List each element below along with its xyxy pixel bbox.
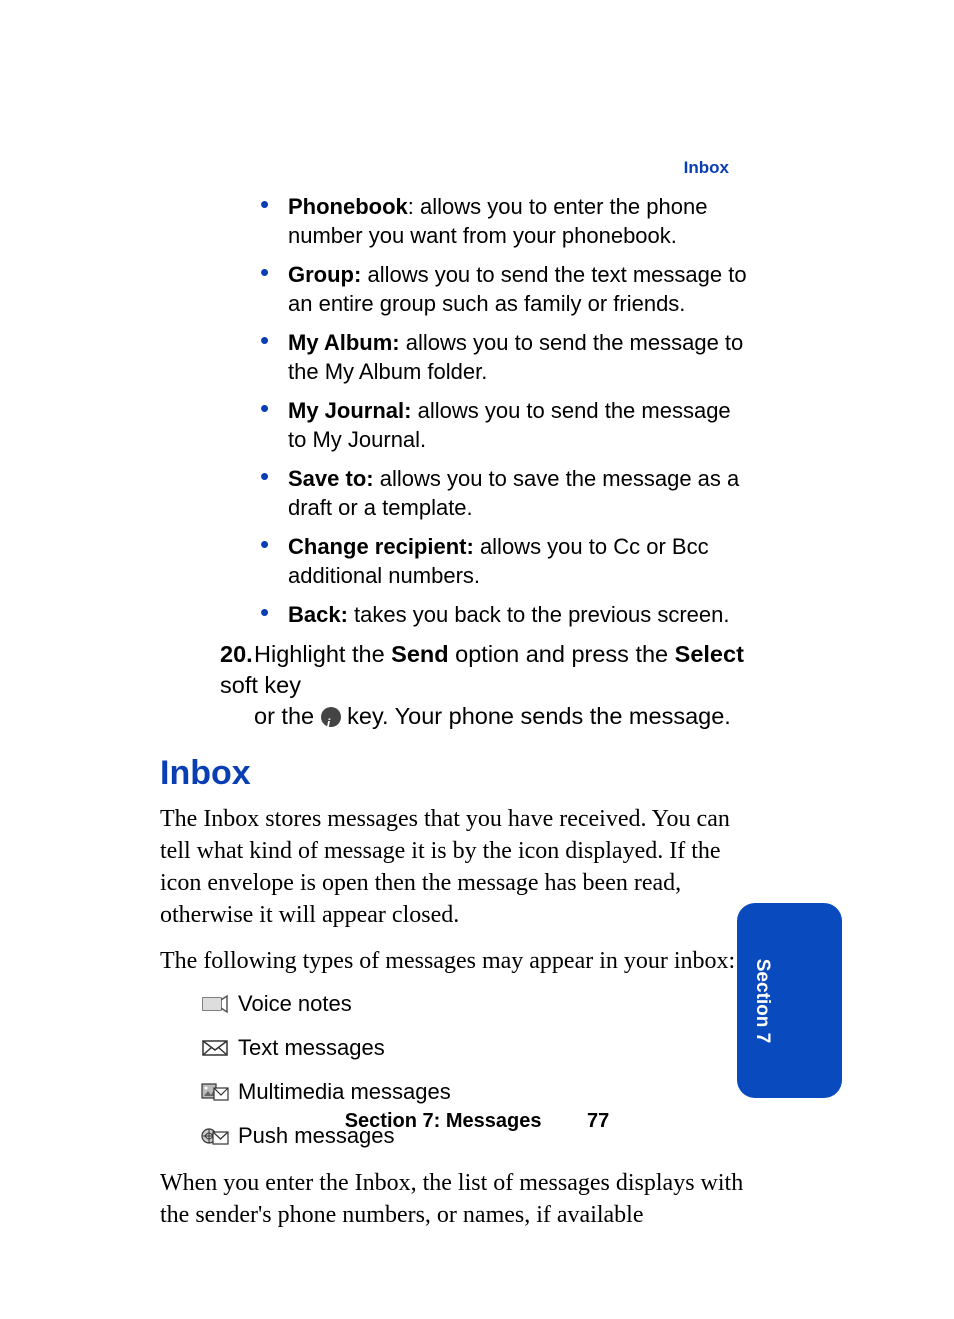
step-body: Highlight the Send option and press the … xyxy=(220,641,744,698)
option-back: Back: takes you back to the previous scr… xyxy=(260,600,750,629)
step-text: Highlight the xyxy=(254,641,391,667)
step-bold-select: Select xyxy=(675,641,744,667)
msg-type-label: Text messages xyxy=(238,1035,385,1061)
section-tab: Section 7 xyxy=(737,903,842,1098)
section-tab-label: Section 7 xyxy=(751,958,773,1042)
msg-type-voice-notes: Voice notes xyxy=(200,991,750,1017)
step-text: or the xyxy=(254,703,321,729)
option-save-to: Save to: allows you to save the message … xyxy=(260,464,750,522)
option-my-album: My Album: allows you to send the message… xyxy=(260,328,750,386)
option-term: My Journal: xyxy=(288,398,411,423)
option-my-journal: My Journal: allows you to send the messa… xyxy=(260,396,750,454)
option-term: Group: xyxy=(288,262,361,287)
step-text: soft key xyxy=(220,672,301,698)
running-head: Inbox xyxy=(684,158,729,178)
inbox-para-3: When you enter the Inbox, the list of me… xyxy=(160,1167,750,1231)
option-group: Group: allows you to send the text messa… xyxy=(260,260,750,318)
page-footer: Section 7: Messages 77 xyxy=(0,1110,954,1133)
voice-note-icon xyxy=(200,993,230,1015)
msg-type-text: Text messages xyxy=(200,1035,750,1061)
option-sep: : xyxy=(408,194,420,219)
envelope-icon xyxy=(200,1037,230,1059)
step-20: 20.Highlight the Send option and press t… xyxy=(220,639,750,732)
step-line2: or the key. Your phone sends the message… xyxy=(254,701,750,732)
option-change-recipient: Change recipient: allows you to Cc or Bc… xyxy=(260,532,750,590)
option-term: Phonebook xyxy=(288,194,408,219)
footer-page-number: 77 xyxy=(587,1110,609,1133)
inbox-para-1: The Inbox stores messages that you have … xyxy=(160,803,750,931)
option-phonebook: Phonebook: allows you to enter the phone… xyxy=(260,192,750,250)
step-bold-send: Send xyxy=(391,641,448,667)
footer-section: Section 7: Messages xyxy=(345,1110,542,1133)
option-term: My Album: xyxy=(288,330,400,355)
msg-type-multimedia: Multimedia messages xyxy=(200,1079,750,1105)
heading-inbox: Inbox xyxy=(160,754,750,793)
step-number: 20. xyxy=(220,639,254,670)
option-term: Save to: xyxy=(288,466,374,491)
option-term: Back: xyxy=(288,602,348,627)
step-text: key. Your phone sends the message. xyxy=(341,703,731,729)
option-desc: takes you back to the previous screen. xyxy=(354,602,729,627)
option-term: Change recipient: xyxy=(288,534,474,559)
step-text: option and press the xyxy=(449,641,675,667)
msg-type-label: Multimedia messages xyxy=(238,1079,451,1105)
inbox-para-2: The following types of messages may appe… xyxy=(160,945,750,977)
mms-icon xyxy=(200,1081,230,1103)
ok-key-icon xyxy=(321,707,341,727)
options-list: Phonebook: allows you to enter the phone… xyxy=(260,192,750,629)
msg-type-label: Voice notes xyxy=(238,991,352,1017)
